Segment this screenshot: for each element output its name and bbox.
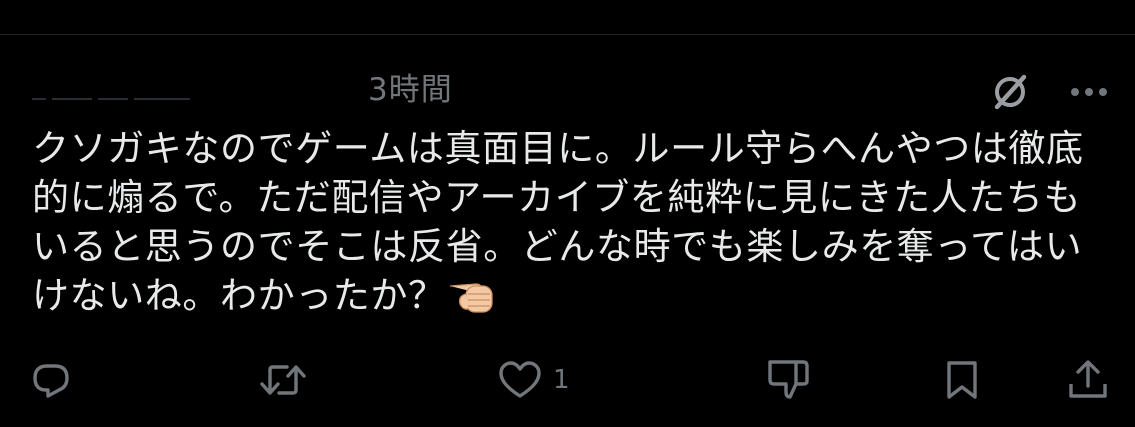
- pointing-hand-emoji: [446, 272, 498, 316]
- reply-button[interactable]: [30, 356, 72, 404]
- post-text: クソガキなのでゲームは真面目に。ルール守らへんやつは徹底的に煽るで。ただ配信やア…: [32, 124, 1102, 320]
- post-timestamp[interactable]: 3時間: [368, 68, 453, 112]
- top-divider: [0, 34, 1135, 35]
- repost-icon: [260, 365, 306, 395]
- dislike-button[interactable]: [766, 356, 812, 404]
- reply-icon: [33, 364, 69, 398]
- heart-icon: [499, 361, 541, 398]
- thumbs-down-icon: [768, 360, 809, 399]
- like-button[interactable]: 1: [497, 356, 570, 404]
- more-options-icon[interactable]: [1066, 72, 1112, 112]
- bookmark-icon: [947, 361, 977, 399]
- post-action-bar: 1: [0, 356, 1135, 404]
- share-button[interactable]: [1066, 356, 1110, 404]
- post-body-text: クソガキなのでゲームは真面目に。ルール守らへんやつは徹底的に煽るで。ただ配信やア…: [32, 127, 1084, 317]
- post-header: 3時間: [32, 68, 1112, 112]
- grok-icon[interactable]: [990, 72, 1030, 112]
- bookmark-button[interactable]: [942, 356, 982, 404]
- obscured-author-name: [32, 98, 222, 101]
- like-count: 1: [553, 365, 570, 395]
- share-icon: [1069, 360, 1107, 398]
- repost-button[interactable]: [258, 356, 308, 404]
